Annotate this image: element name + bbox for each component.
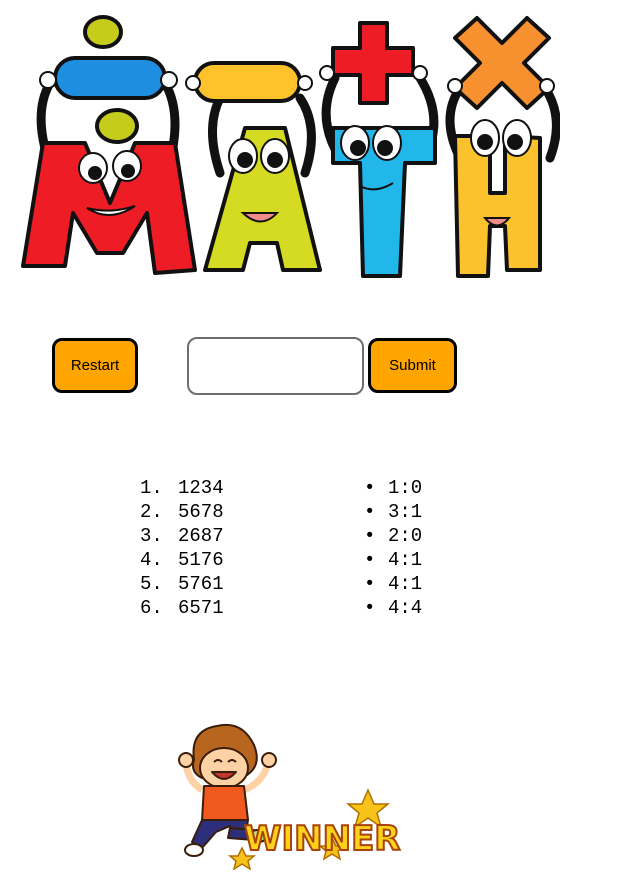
guess-value: 1234 (178, 477, 224, 499)
bullet-icon: • (364, 477, 376, 499)
submit-button[interactable]: Submit (368, 338, 457, 393)
list-item: • 3:1 (364, 500, 422, 524)
score-value: 3:1 (388, 501, 423, 523)
guess-value: 5176 (178, 549, 224, 571)
bullet-icon: • (364, 573, 376, 595)
list-item: 3. 2687 (140, 524, 224, 548)
guess-history-list: 1. 1234 2. 5678 3. 2687 4. 5176 5. 5761 6. 657… (140, 476, 224, 620)
guess-value: 6571 (178, 597, 224, 619)
item-number: 4. (140, 549, 163, 571)
list-item: • 4:1 (364, 572, 422, 596)
list-item: 1. 1234 (140, 476, 224, 500)
score-value: 1:0 (388, 477, 423, 499)
answer-input[interactable] (187, 337, 364, 395)
list-item: • 4:1 (364, 548, 422, 572)
list-item: • 2:0 (364, 524, 422, 548)
guess-value: 2687 (178, 525, 224, 547)
bullet-icon: • (364, 597, 376, 619)
item-number: 3. (140, 525, 163, 547)
score-history-list: • 1:0 • 3:1 • 2:0 • 4:1 • 4:1 • 4:4 (364, 476, 422, 620)
bullet-icon: • (364, 525, 376, 547)
winner-image: WINNER! (178, 723, 404, 870)
list-item: 4. 5176 (140, 548, 224, 572)
letter-h (453, 134, 542, 278)
bullet-icon: • (364, 501, 376, 523)
item-number: 5. (140, 573, 163, 595)
math-banner-image (21, 15, 560, 278)
list-item: 6. 6571 (140, 596, 224, 620)
item-number: 2. (140, 501, 163, 523)
score-value: 4:1 (388, 549, 423, 571)
list-item: • 1:0 (364, 476, 422, 500)
item-number: 6. (140, 597, 163, 619)
score-value: 4:1 (388, 573, 423, 595)
guess-value: 5761 (178, 573, 224, 595)
winner-text: WINNER! (244, 819, 404, 859)
list-item: 5. 5761 (140, 572, 224, 596)
guess-value: 5678 (178, 501, 224, 523)
letter-m (21, 141, 197, 275)
score-value: 4:4 (388, 597, 423, 619)
list-item: 2. 5678 (140, 500, 224, 524)
score-value: 2:0 (388, 525, 423, 547)
restart-button[interactable]: Restart (52, 338, 138, 393)
list-item: • 4:4 (364, 596, 422, 620)
bullet-icon: • (364, 549, 376, 571)
item-number: 1. (140, 477, 163, 499)
